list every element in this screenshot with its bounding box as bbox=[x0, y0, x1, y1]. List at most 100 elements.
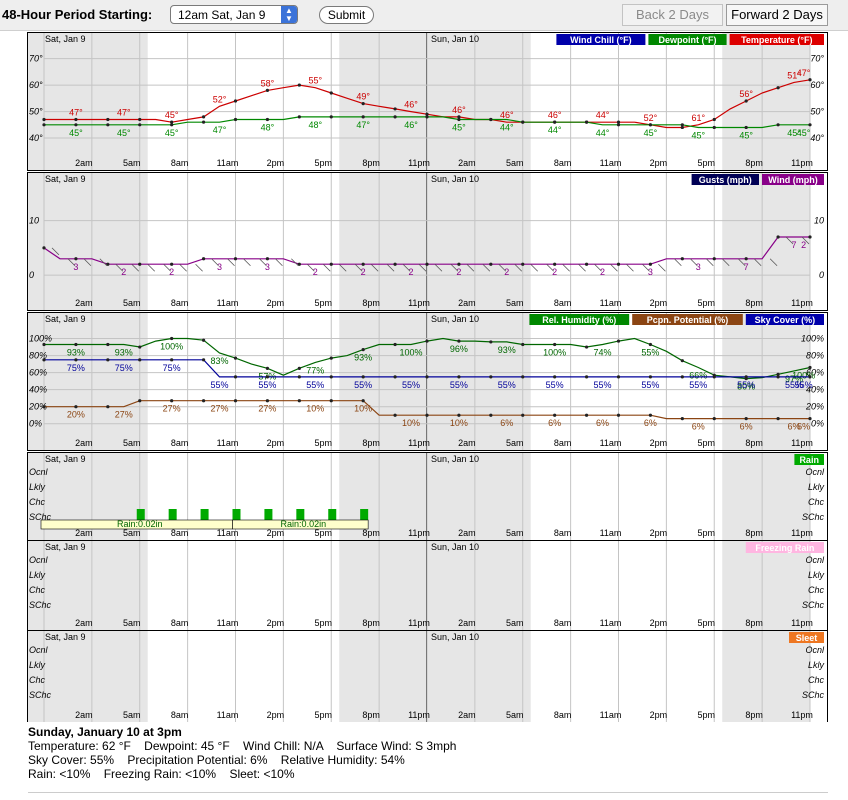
data-label: 49° bbox=[356, 92, 370, 102]
data-point bbox=[74, 342, 78, 347]
data-label: 3 bbox=[217, 262, 222, 272]
data-point bbox=[776, 123, 780, 127]
night-shade bbox=[339, 631, 531, 722]
time-label: 2pm bbox=[267, 528, 285, 538]
time-label: 5am bbox=[123, 158, 141, 168]
data-point bbox=[680, 417, 684, 421]
y-tick-left: Ocnl bbox=[29, 645, 49, 655]
data-point bbox=[553, 413, 557, 417]
time-label: 5pm bbox=[315, 528, 333, 538]
data-point bbox=[297, 115, 301, 119]
data-point bbox=[489, 413, 493, 417]
time-label: 11am bbox=[600, 710, 622, 720]
data-point bbox=[744, 417, 748, 421]
data-label: 45° bbox=[165, 110, 179, 120]
time-label: 11pm bbox=[791, 438, 813, 448]
day-label: Sat, Jan 9 bbox=[45, 34, 86, 44]
data-point bbox=[106, 358, 110, 362]
data-label: 3 bbox=[648, 267, 653, 277]
chart-panel-freezing_rain: Sat, Jan 9 Sun, Jan 10 2am 5am 8am 11am 2pm 5pm… bbox=[27, 540, 828, 631]
data-point bbox=[425, 413, 429, 417]
data-label: 46° bbox=[548, 110, 562, 120]
data-point bbox=[265, 399, 270, 403]
data-label: 75% bbox=[67, 363, 85, 373]
data-point bbox=[329, 356, 333, 360]
data-point bbox=[744, 99, 748, 103]
data-label: 47° bbox=[797, 68, 811, 78]
time-label: 11am bbox=[217, 618, 239, 628]
data-label: 20% bbox=[67, 410, 85, 420]
data-label: 46° bbox=[500, 110, 514, 120]
chart-panel-rain: Sat, Jan 9 Sun, Jan 10 2am 5am 8am 11am 2pm 5pm… bbox=[27, 452, 828, 541]
time-label: 5pm bbox=[698, 158, 716, 168]
data-label: 74% bbox=[594, 347, 612, 357]
time-label: 8pm bbox=[745, 158, 763, 168]
data-label: 55% bbox=[258, 380, 276, 390]
data-label: 45° bbox=[797, 128, 811, 138]
data-label: 45° bbox=[69, 128, 83, 138]
data-label: 45° bbox=[165, 128, 179, 138]
data-point bbox=[489, 375, 493, 379]
time-label: 2pm bbox=[267, 298, 285, 308]
data-label: 48° bbox=[261, 123, 275, 133]
data-point bbox=[648, 123, 653, 127]
y-tick-left: 10 bbox=[29, 216, 39, 226]
time-label: 8am bbox=[554, 528, 572, 538]
time-label: 8pm bbox=[745, 298, 763, 308]
data-label: 55% bbox=[737, 380, 755, 390]
y-tick-left: 0 bbox=[29, 270, 34, 280]
summary-title: Sunday, January 10 at 3pm bbox=[28, 725, 182, 739]
data-point bbox=[138, 399, 142, 403]
data-point bbox=[42, 117, 46, 122]
data-point bbox=[521, 413, 525, 417]
time-label: 5am bbox=[506, 298, 524, 308]
time-label: 8pm bbox=[362, 298, 380, 308]
data-point bbox=[393, 262, 397, 266]
y-tick-right: Chc bbox=[808, 585, 825, 595]
data-label: 55% bbox=[306, 380, 324, 390]
time-label: 11am bbox=[217, 528, 239, 538]
y-tick-left: SChc bbox=[29, 690, 52, 700]
time-label: 8am bbox=[171, 528, 189, 538]
night-shade bbox=[722, 173, 810, 310]
data-point bbox=[265, 366, 270, 370]
y-tick-right: Lkly bbox=[808, 482, 825, 492]
time-label: 11pm bbox=[408, 438, 430, 448]
data-point bbox=[170, 262, 174, 266]
data-point bbox=[457, 413, 461, 417]
data-point bbox=[42, 405, 46, 409]
data-point bbox=[297, 375, 301, 379]
forward-2-days-button[interactable]: Forward 2 Days bbox=[726, 4, 828, 26]
time-label: 11am bbox=[217, 438, 239, 448]
period-select[interactable]: 12am Sat, Jan 9 ▲ ▼ bbox=[170, 5, 298, 24]
data-label: 2 bbox=[169, 267, 174, 277]
chart-panel-wind: Sat, Jan 9 Sun, Jan 10 2am 5am 8am 11am 2pm 5pm… bbox=[27, 172, 828, 311]
y-tick-right: SChc bbox=[802, 690, 825, 700]
time-label: 2pm bbox=[267, 618, 285, 628]
data-label: 10% bbox=[450, 418, 468, 428]
time-label: 2am bbox=[458, 438, 476, 448]
back-2-days-button[interactable]: Back 2 Days bbox=[622, 4, 723, 26]
data-point bbox=[616, 413, 621, 417]
time-label: 8pm bbox=[745, 618, 763, 628]
data-label: 56° bbox=[739, 89, 753, 99]
data-point bbox=[648, 413, 653, 417]
data-point bbox=[584, 413, 589, 417]
forecast-charts: Sat, Jan 9 Sun, Jan 10 2am 5am 8am 11am 2pm 5pm… bbox=[27, 32, 828, 722]
data-point bbox=[233, 257, 238, 261]
data-label: 2 bbox=[361, 267, 366, 277]
y-tick-right: 70° bbox=[810, 54, 824, 64]
data-label: 10% bbox=[306, 404, 324, 414]
time-label: 2pm bbox=[267, 710, 285, 720]
submit-button[interactable]: Submit bbox=[319, 6, 374, 24]
y-tick-right: SChc bbox=[802, 600, 825, 610]
day-label: Sun, Jan 10 bbox=[431, 632, 479, 642]
toolbar: 48-Hour Period Starting: 12am Sat, Jan 9… bbox=[0, 0, 848, 31]
data-point bbox=[457, 375, 461, 379]
data-point bbox=[680, 359, 684, 363]
y-tick-right: 100% bbox=[801, 334, 824, 344]
data-point bbox=[712, 125, 716, 130]
data-point bbox=[265, 375, 270, 379]
time-label: 2pm bbox=[650, 158, 668, 168]
data-label: 55° bbox=[308, 76, 322, 86]
